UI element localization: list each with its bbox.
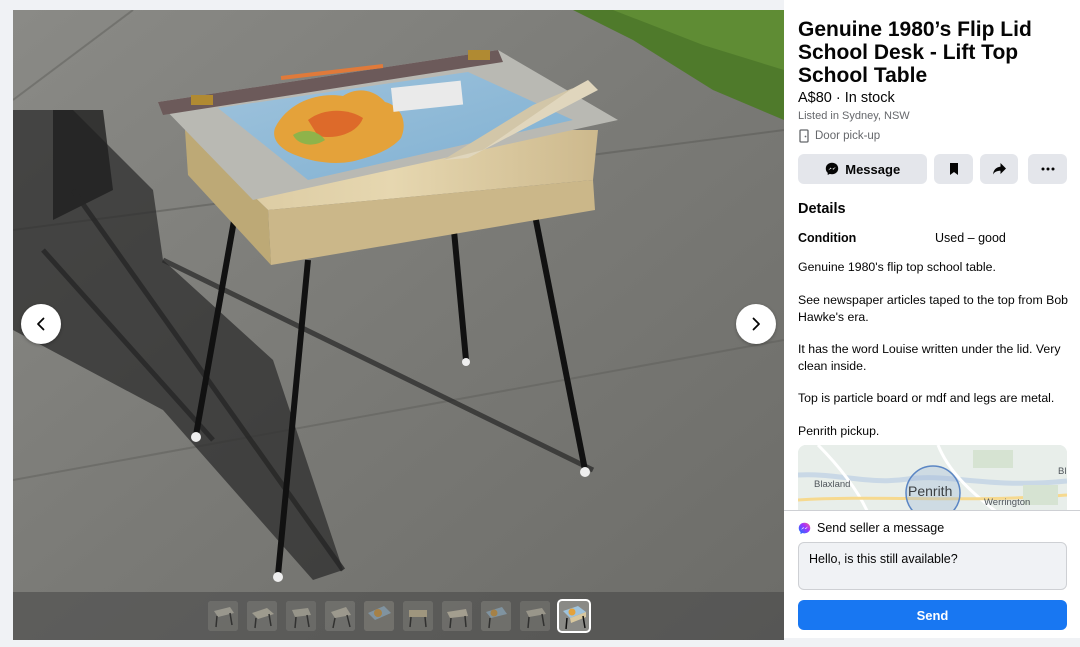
delivery-label: Door pick-up xyxy=(815,130,881,142)
save-button[interactable] xyxy=(934,154,973,184)
chevron-left-icon xyxy=(37,317,45,331)
details-heading: Details xyxy=(798,201,846,217)
messenger-icon xyxy=(798,522,811,534)
listing-details-panel: Genuine 1980’s Flip Lid School Desk - Li… xyxy=(784,0,1080,647)
share-button[interactable] xyxy=(979,154,1019,184)
message-button[interactable]: Message xyxy=(798,154,928,184)
price-availability: A$80 · In stock xyxy=(798,90,895,106)
listing-title: Genuine 1980’s Flip Lid School Desk - Li… xyxy=(798,18,1032,87)
thumbnail[interactable] xyxy=(364,601,394,631)
description-paragraph: See newspaper articles taped to the top … xyxy=(798,293,1069,324)
description-paragraph: Penrith pickup. xyxy=(798,424,880,438)
map-illustration: Blaxland Penrith Werrington Bl xyxy=(798,445,1067,510)
thumbnail[interactable] xyxy=(325,601,355,631)
map-label-center: Penrith xyxy=(908,483,952,499)
description-paragraph: Top is particle board or mdf and legs ar… xyxy=(798,391,1055,405)
thumbnail-strip xyxy=(13,592,784,640)
message-button-label: Message xyxy=(845,161,901,177)
thumbnail[interactable] xyxy=(481,601,511,631)
send-message-section: Send seller a message Hello, is this sti… xyxy=(784,510,1080,647)
bottom-divider xyxy=(784,638,1080,647)
map-label: Werrington xyxy=(984,497,1030,508)
previous-photo-button[interactable] xyxy=(21,304,61,344)
thumbnail-active[interactable] xyxy=(557,599,591,633)
thumbnail[interactable] xyxy=(286,601,316,631)
listing-actions: Message xyxy=(798,154,1068,184)
condition-value: Used – good xyxy=(935,231,1006,245)
bookmark-icon xyxy=(949,163,958,175)
send-button[interactable]: Send xyxy=(798,600,1067,630)
thumbnail[interactable] xyxy=(442,601,472,631)
thumbnail[interactable] xyxy=(520,601,550,631)
seller-message-input[interactable]: Hello, is this still available? xyxy=(798,542,1067,590)
thumbnail[interactable] xyxy=(247,601,277,631)
desk-photo-illustration xyxy=(13,10,784,640)
listing-location[interactable]: Listed in Sydney, NSW xyxy=(798,110,910,122)
send-header-label: Send seller a message xyxy=(817,521,945,535)
listing-scroll-area[interactable]: Genuine 1980’s Flip Lid School Desk - Li… xyxy=(784,0,1080,510)
listing-photo[interactable] xyxy=(13,10,784,640)
next-photo-button[interactable] xyxy=(736,304,776,344)
send-header: Send seller a message xyxy=(798,521,944,535)
thumbnail[interactable] xyxy=(403,601,433,631)
more-options-button[interactable] xyxy=(1028,154,1068,184)
delivery-method: Door pick-up xyxy=(798,129,880,143)
chevron-right-icon xyxy=(752,317,760,331)
description-paragraph: It has the word Louise written under the… xyxy=(798,342,1061,373)
share-icon xyxy=(992,163,1006,175)
condition-label: Condition xyxy=(798,231,857,245)
messenger-icon xyxy=(826,162,839,175)
map-label: Bl xyxy=(1058,466,1066,477)
map-label: Blaxland xyxy=(814,479,850,490)
thumbnail[interactable] xyxy=(208,601,238,631)
media-viewer xyxy=(0,0,784,647)
door-icon xyxy=(799,129,809,143)
location-map[interactable]: Blaxland Penrith Werrington Bl xyxy=(798,445,1067,510)
description-paragraph: Genuine 1980's flip top school table. xyxy=(798,260,996,274)
more-dots-icon xyxy=(1041,167,1055,171)
